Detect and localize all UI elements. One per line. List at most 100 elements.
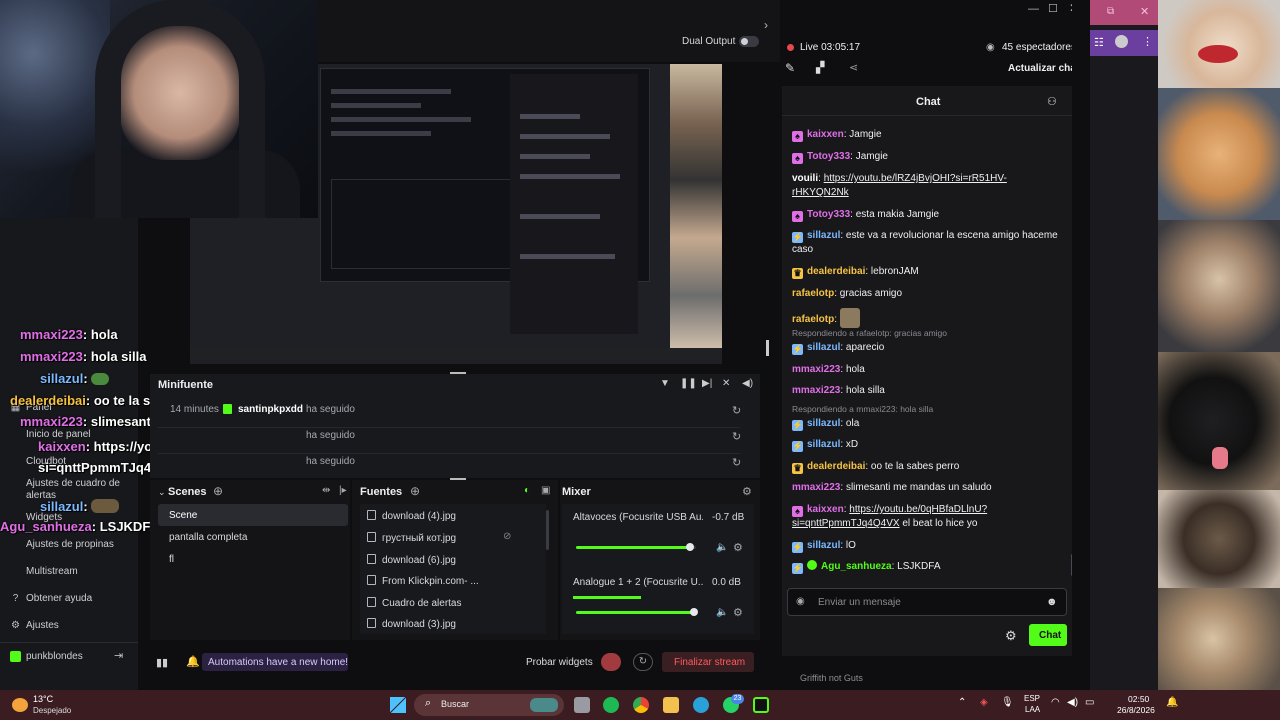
tray-app-icon[interactable]: ◈ [980, 697, 988, 708]
mixer-settings-icon[interactable]: ⚙ [742, 485, 752, 498]
scene-item[interactable]: Scene [169, 510, 197, 521]
chat-username[interactable]: dealerdeibai [807, 461, 865, 472]
chat-username[interactable]: rafaelotp [792, 288, 834, 299]
chat-username[interactable]: mmaxi223 [792, 482, 840, 493]
chat-message[interactable]: ♠ kaixxen: https://youtu.be/0qHBfaDLlnU?s… [792, 503, 1062, 531]
channel-settings-icon[interactable]: ⚙ [733, 541, 743, 554]
chat-message[interactable]: mmaxi223: hola [792, 363, 1062, 377]
chrome-icon[interactable] [633, 697, 649, 713]
chat-message[interactable]: ♛ dealerdeibai: lebronJAM [792, 265, 1062, 279]
chat-username[interactable]: sillazul [807, 439, 840, 450]
chat-username[interactable]: sillazul [807, 418, 840, 429]
scene-item[interactable]: fl [169, 554, 174, 565]
streamlabs-icon[interactable] [753, 697, 769, 713]
chat-message[interactable]: ⚡ sillazul: ola [792, 417, 1062, 431]
share-icon[interactable]: ⋖ [849, 61, 858, 74]
task-view-icon[interactable] [574, 697, 590, 713]
chat-username[interactable]: kaixxen [807, 129, 844, 140]
volume-slider[interactable] [576, 608, 698, 616]
replay-buffer-button[interactable]: ↻ [633, 653, 653, 671]
restore-icon[interactable]: ⧉ [1107, 6, 1114, 17]
volume-icon[interactable]: ◀) [742, 378, 753, 389]
chat-input-placeholder[interactable]: Enviar un mensaje [818, 597, 901, 608]
speaker-icon[interactable]: 🔈 [716, 542, 728, 553]
sidebar-item-tip-settings[interactable]: Ajustes de propinas [26, 539, 114, 550]
chat-username[interactable]: Totoy333 [807, 209, 850, 220]
source-visibility-icon[interactable]: ◐ [524, 485, 530, 496]
add-source-icon[interactable]: ⊕ [410, 484, 420, 498]
weather-temp[interactable]: 13°C [33, 694, 53, 704]
language-top[interactable]: ESP [1024, 694, 1040, 703]
chat-message[interactable]: ♛ dealerdeibai: oo te la sabes perro [792, 460, 1062, 474]
replay-icon[interactable]: ↻ [732, 456, 741, 469]
scene-item[interactable]: pantalla completa [169, 532, 247, 543]
replay-icon[interactable]: ↻ [732, 404, 741, 417]
source-item[interactable]: download (3).jpg [367, 618, 456, 630]
chat-message[interactable]: ♠ Totoy333: Jamgie [792, 150, 1062, 164]
speaker-icon[interactable]: 🔈 [716, 607, 728, 618]
chat-username[interactable]: Totoy333 [807, 151, 850, 162]
filter-icon[interactable]: ▼ [660, 378, 670, 389]
source-item[interactable]: From Klickpin.com- ... [367, 575, 479, 587]
edge-icon[interactable] [693, 697, 709, 713]
chat-username[interactable]: sillazul [807, 230, 840, 241]
source-item[interactable]: download (6).jpg [367, 554, 456, 566]
notifications-icon[interactable]: 🔔 [1166, 697, 1178, 708]
clock-time[interactable]: 02:50 [1128, 694, 1149, 704]
bell-icon[interactable]: 🔔 [186, 655, 200, 668]
chevron-up-icon[interactable]: ⌃ [958, 697, 966, 708]
chat-username[interactable]: rafaelotp [792, 314, 834, 325]
clips-icon[interactable]: ▞ [816, 61, 824, 74]
pause-icon[interactable]: ❚❚ [680, 378, 697, 389]
chat-users-icon[interactable]: ⚇ [1047, 95, 1057, 108]
record-button[interactable] [601, 653, 621, 671]
chat-input[interactable]: ◉ Enviar un mensaje ☻ [787, 588, 1067, 616]
avatar[interactable] [1115, 35, 1128, 48]
send-chat-label[interactable]: Chat [1039, 630, 1061, 641]
hidden-eye-icon[interactable]: ⊘ [503, 531, 511, 542]
volume-slider[interactable] [576, 543, 696, 551]
refresh-chat-button[interactable]: Actualizar chat [1008, 63, 1079, 74]
chat-username[interactable]: vouili [792, 173, 818, 184]
battery-icon[interactable]: ▭ [1085, 697, 1094, 708]
sources-scrollbar[interactable] [546, 510, 549, 550]
source-item[interactable]: грустный кот.jpg [367, 532, 456, 544]
source-item[interactable]: Cuadro de alertas [367, 597, 462, 609]
file-explorer-icon[interactable] [663, 697, 679, 713]
edit-icon[interactable]: ✎ [785, 61, 795, 75]
chat-message[interactable]: mmaxi223: hola silla [792, 384, 1062, 398]
chat-username[interactable]: sillazul [807, 540, 840, 551]
stats-icon[interactable]: ▮▮ [156, 656, 168, 669]
automations-notice-text[interactable]: Automations have a new home! [208, 657, 348, 668]
sidebar-user[interactable]: punkblondes [26, 651, 83, 662]
replay-icon[interactable]: ↻ [732, 430, 741, 443]
chat-message[interactable]: ⚡ sillazul: este va a revolucionar la esc… [792, 229, 1062, 257]
emoji-icon[interactable]: ☻ [1046, 596, 1058, 608]
source-item[interactable]: download (4).jpg [367, 510, 456, 522]
drag-handle[interactable] [450, 372, 466, 374]
spotify-icon[interactable] [603, 697, 619, 713]
chat-message[interactable]: ♠ Totoy333: esta makia Jamgie [792, 208, 1062, 222]
channel-settings-icon[interactable]: ⚙ [733, 606, 743, 619]
clock-date[interactable]: 26/8/2026 [1117, 705, 1155, 715]
close-icon[interactable]: ✕ [1140, 5, 1149, 18]
mute-alerts-icon[interactable]: ✕ [722, 378, 730, 389]
chat-message[interactable]: ⚡ Agu_sanhueza: LSJKDFA [792, 560, 1062, 574]
chat-link[interactable]: https://youtu.be/lRZ4jBvjOHI?si=rR51HV-r… [792, 173, 1007, 198]
language-bottom[interactable]: LAA [1025, 705, 1040, 714]
chat-message[interactable]: mmaxi223: slimesanti me mandas un saludo [792, 481, 1062, 495]
dual-output-toggle[interactable] [739, 36, 759, 47]
search-label[interactable]: Buscar [441, 699, 469, 709]
minimize-icon[interactable]: — [1028, 3, 1039, 15]
chat-username[interactable]: sillazul [807, 342, 840, 353]
chat-username[interactable]: dealerdeibai [807, 266, 865, 277]
chat-message[interactable]: ♠ kaixxen: Jamgie [792, 128, 1062, 142]
mic-icon[interactable]: 🎙 [1001, 697, 1014, 708]
chat-message[interactable]: ⚡ sillazul: lO [792, 539, 1062, 553]
sidebar-item-settings[interactable]: Ajustes [26, 620, 59, 631]
skip-icon[interactable]: ▶| [702, 378, 712, 389]
end-stream-label[interactable]: Finalizar stream [674, 657, 745, 668]
weather-desc[interactable]: Despejado [33, 706, 71, 715]
chat-username[interactable]: Agu_sanhueza [821, 561, 892, 572]
chat-message[interactable]: rafaelotp: gracias amigo [792, 287, 1062, 301]
